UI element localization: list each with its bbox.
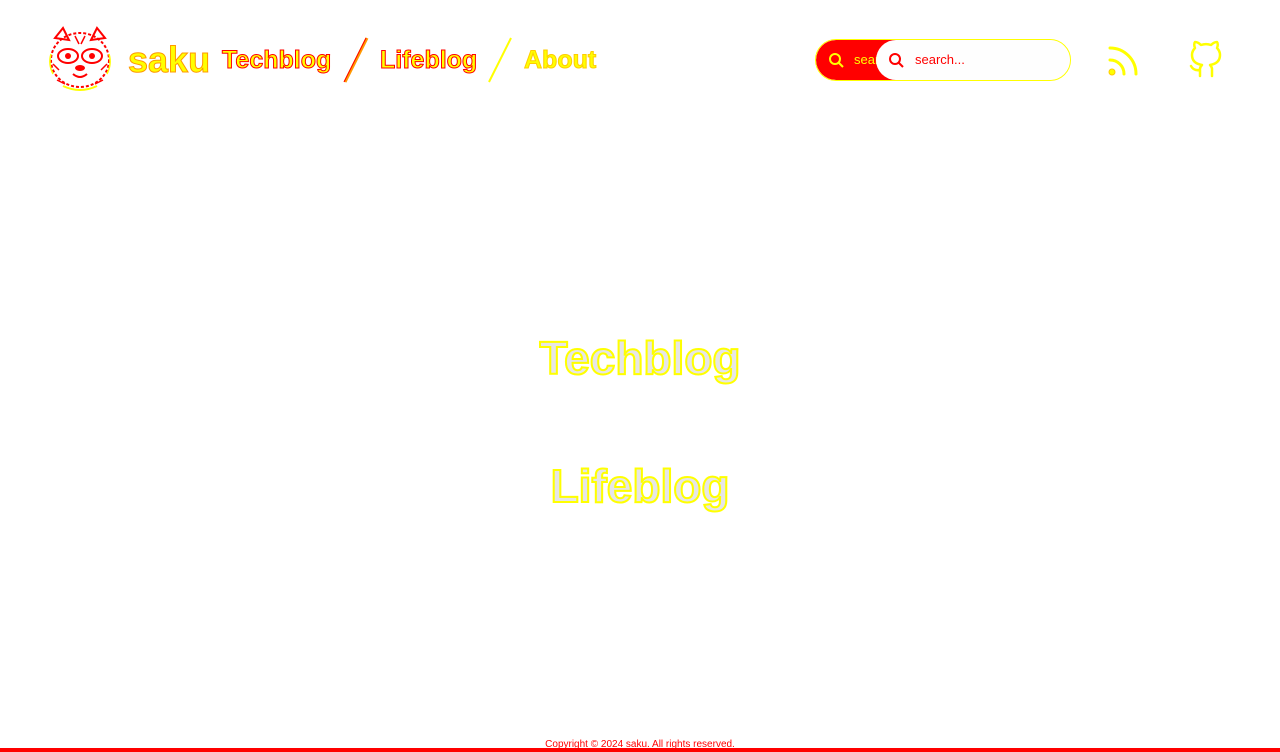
site-logo-link[interactable]: [42, 20, 118, 100]
github-icon: [1189, 40, 1222, 78]
search-box[interactable]: search... search...: [815, 39, 1071, 81]
search-input[interactable]: [876, 40, 1070, 80]
search-icon: [889, 53, 904, 68]
nav-lifeblog[interactable]: Lifeblog: [379, 40, 477, 80]
page: saku Techblog Lifeblog About search... T…: [0, 0, 1280, 752]
site-header: saku Techblog Lifeblog About search...: [0, 0, 1280, 120]
main-link-techblog[interactable]: Techblog: [0, 330, 1280, 386]
main-link-lifeblog[interactable]: Lifeblog: [0, 458, 1280, 514]
search-placeholder: search...: [915, 52, 965, 67]
search-icon: [829, 53, 844, 68]
nav-separator: [488, 37, 512, 83]
brand-name[interactable]: saku: [127, 38, 210, 82]
nav-techblog[interactable]: Techblog: [221, 40, 331, 80]
footer-border: [0, 748, 1280, 752]
tanuki-logo-icon: [45, 24, 115, 96]
nav-separator: [343, 37, 369, 83]
nav-about[interactable]: About: [523, 40, 596, 80]
rss-icon: [1108, 46, 1138, 76]
